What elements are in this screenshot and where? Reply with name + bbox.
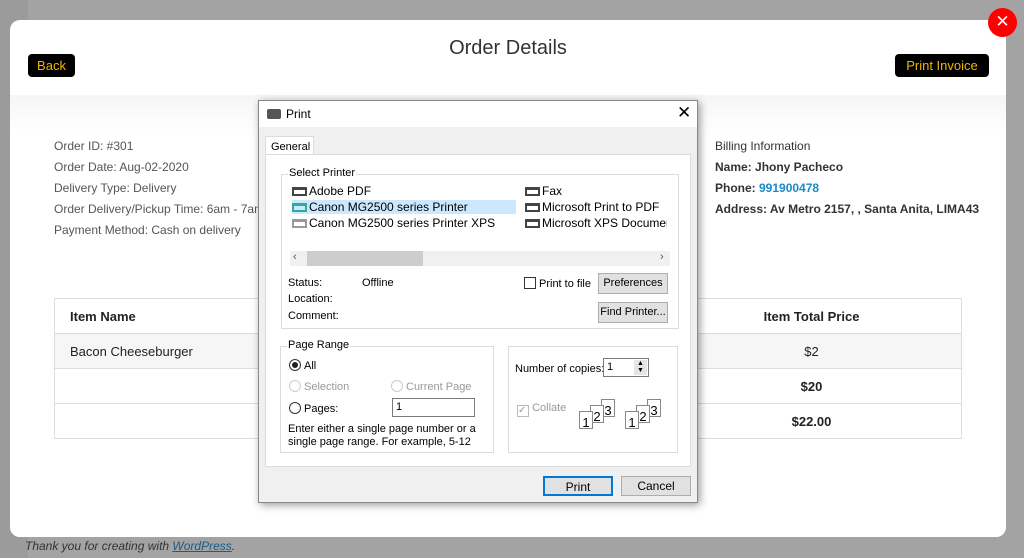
billing-name: Name: Jhony Pacheco: [715, 160, 844, 174]
printer-item[interactable]: Microsoft XPS Document Writer: [525, 216, 667, 230]
footer: Thank you for creating with WordPress.: [25, 539, 235, 553]
printer-item[interactable]: Adobe PDF: [292, 184, 371, 198]
scroll-right-icon[interactable]: ›: [660, 251, 664, 263]
radio-selection[interactable]: Selection: [289, 380, 349, 393]
cancel-button[interactable]: Cancel: [621, 476, 691, 496]
copies-label: Number of copies:: [515, 363, 605, 375]
pages-input[interactable]: 1: [392, 398, 475, 417]
printer-item[interactable]: Microsoft Print to PDF: [525, 200, 659, 214]
dialog-titlebar: Print ✕: [259, 101, 697, 127]
close-icon[interactable]: ✕: [988, 8, 1017, 37]
printer-item[interactable]: Canon MG2500 series Printer XPS: [292, 216, 495, 230]
wordpress-link[interactable]: WordPress: [172, 539, 231, 553]
copies-group: Number of copies: 1 ▲ ▼ ✓ Collate 321 321: [508, 346, 678, 453]
close-icon[interactable]: ✕: [677, 103, 691, 123]
subtotal: $20: [661, 368, 962, 404]
order-id: Order ID: #301: [54, 139, 134, 153]
item-price: $2: [661, 333, 962, 369]
col-item-total: Item Total Price: [661, 298, 962, 334]
payment-method: Payment Method: Cash on delivery: [54, 223, 241, 237]
phone-link[interactable]: 991900478: [759, 181, 819, 195]
collate-icon: 321: [625, 399, 685, 439]
printer-icon: [267, 109, 281, 119]
status-label: Status:: [288, 277, 323, 289]
printer-item[interactable]: Fax: [525, 184, 562, 198]
page-range-group: Page Range All Selection Current Page Pa…: [280, 339, 494, 453]
phone-label: Phone:: [715, 181, 759, 195]
copies-stepper[interactable]: 1 ▲ ▼: [603, 358, 649, 377]
dialog-title: Print: [286, 107, 311, 121]
tab-panel: Select Printer Adobe PDF Canon MG2500 se…: [265, 154, 691, 467]
collate-checkbox[interactable]: ✓ Collate: [517, 402, 566, 417]
total: $22.00: [661, 403, 962, 439]
delivery-type: Delivery Type: Delivery: [54, 181, 177, 195]
print-button[interactable]: Print: [543, 476, 613, 496]
print-dialog: Print ✕ General Select Printer Adobe PDF…: [258, 100, 698, 503]
scroll-thumb[interactable]: [307, 251, 423, 266]
printer-item-selected[interactable]: Canon MG2500 series Printer: [292, 200, 516, 214]
radio-pages[interactable]: Pages:: [289, 402, 338, 415]
footer-text: Thank you for creating with: [25, 539, 173, 553]
billing-phone: Phone: 991900478: [715, 181, 819, 195]
group-label: Page Range: [287, 339, 351, 351]
comment-label: Comment:: [288, 310, 339, 322]
print-to-file-label: Print to file: [539, 278, 591, 290]
print-invoice-button[interactable]: Print Invoice: [895, 54, 989, 77]
radio-current-page[interactable]: Current Page: [391, 380, 471, 393]
page-range-hint: Enter either a single page number or a s…: [288, 423, 476, 448]
order-date: Order Date: Aug-02-2020: [54, 160, 189, 174]
status-value: Offline: [362, 277, 394, 289]
page-title: Order Details: [449, 37, 567, 59]
location-label: Location:: [288, 293, 333, 305]
billing-heading: Billing Information: [715, 139, 811, 153]
radio-all[interactable]: All: [289, 359, 316, 372]
group-label: Select Printer: [288, 167, 357, 179]
print-to-file-checkbox[interactable]: [524, 277, 536, 289]
select-printer-group: Select Printer Adobe PDF Canon MG2500 se…: [281, 167, 679, 329]
find-printer-button[interactable]: Find Printer...: [598, 302, 668, 323]
footer-end: .: [231, 539, 236, 553]
tab-general[interactable]: General: [265, 136, 314, 155]
delivery-time: Order Delivery/Pickup Time: 6am - 7am: [54, 202, 265, 216]
back-button[interactable]: Back: [28, 54, 75, 77]
preferences-button[interactable]: Preferences: [598, 273, 668, 294]
billing-address: Address: Av Metro 2157, , Santa Anita, L…: [715, 202, 980, 216]
scroll-left-icon[interactable]: ‹: [293, 251, 297, 263]
horizontal-scrollbar[interactable]: ‹ ›: [290, 251, 670, 266]
